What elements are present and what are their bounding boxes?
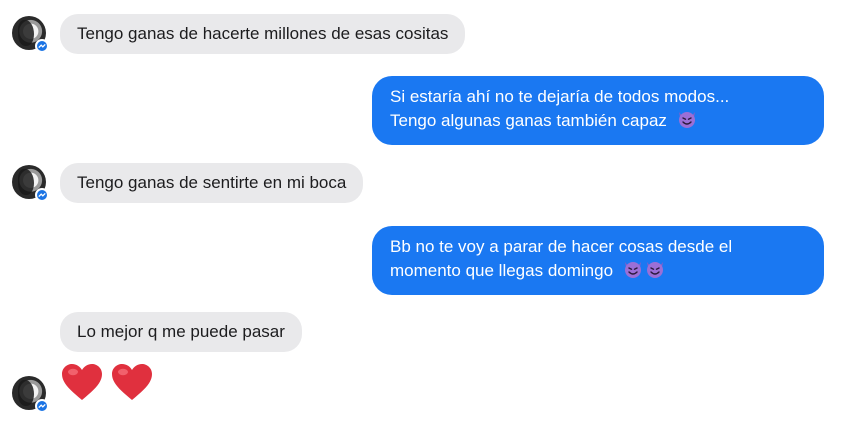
messenger-icon	[35, 39, 49, 53]
message-text: Tengo ganas de hacerte millones de esas …	[77, 24, 449, 43]
red-heart-icon	[60, 362, 104, 407]
smiling-face-with-horns-icon	[622, 259, 644, 286]
smiling-face-with-horns-icon	[676, 109, 698, 136]
message-bubble-incoming[interactable]: Tengo ganas de hacerte millones de esas …	[60, 14, 466, 54]
messenger-icon	[35, 188, 49, 202]
message-text-line: momento que llegas domingo	[390, 261, 614, 280]
message-text-line: Bb no te voy a parar de hacer cosas desd…	[390, 237, 733, 256]
contact-avatar[interactable]	[12, 376, 49, 413]
message-bubble-outgoing[interactable]: Si estaría ahí no te dejaría de todos mo…	[372, 76, 824, 145]
message-text-line: Tengo algunas ganas también capaz	[390, 111, 667, 130]
chat-thread: Tengo ganas de hacerte millones de esas …	[0, 0, 865, 427]
contact-avatar[interactable]	[12, 16, 49, 53]
smiling-face-with-horns-icon	[644, 259, 666, 286]
message-text-line: Si estaría ahí no te dejaría de todos mo…	[390, 87, 730, 106]
messenger-icon	[35, 399, 49, 413]
red-heart-icon	[110, 362, 154, 407]
emoji-message[interactable]	[60, 362, 154, 407]
message-text: Tengo ganas de sentirte en mi boca	[77, 173, 347, 192]
contact-avatar[interactable]	[12, 165, 49, 202]
message-text: Lo mejor q me puede pasar	[77, 322, 285, 341]
message-bubble-outgoing[interactable]: Bb no te voy a parar de hacer cosas desd…	[372, 226, 824, 295]
message-bubble-incoming[interactable]: Lo mejor q me puede pasar	[60, 312, 302, 352]
message-bubble-incoming[interactable]: Tengo ganas de sentirte en mi boca	[60, 163, 364, 203]
